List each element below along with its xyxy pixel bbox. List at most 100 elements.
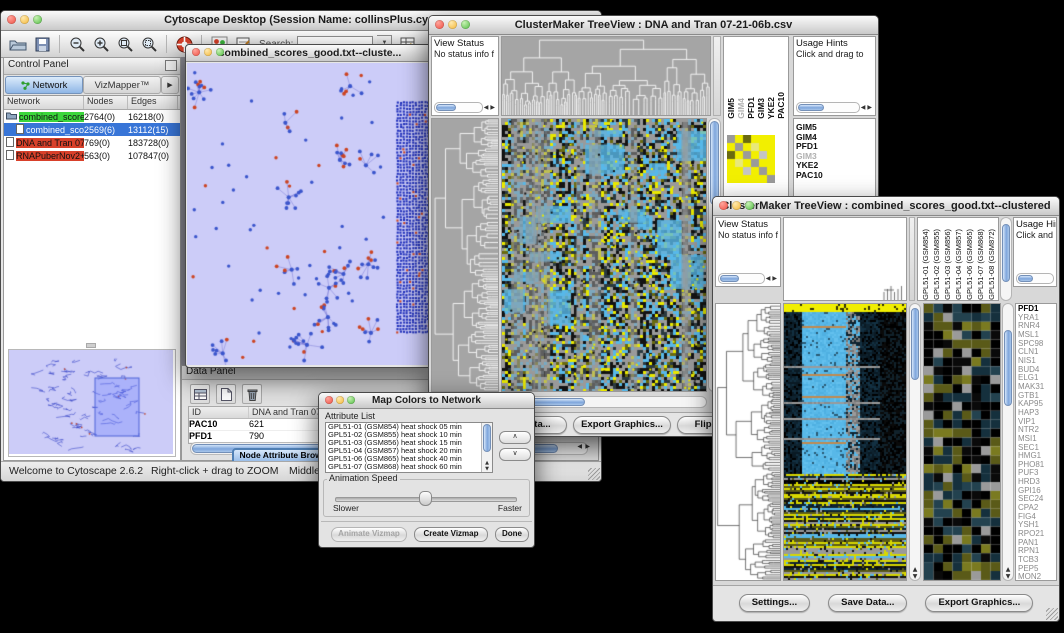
scroll-right-icon[interactable]: ▶ bbox=[585, 443, 590, 450]
zoom-button[interactable] bbox=[216, 48, 224, 56]
scrollbar-thumb[interactable] bbox=[710, 121, 719, 205]
row-dendrogram-canvas[interactable] bbox=[432, 119, 498, 391]
scrollbar-track[interactable] bbox=[718, 273, 765, 284]
view-status-scrollbar[interactable]: ◀▶ bbox=[718, 273, 778, 284]
zoom-button[interactable] bbox=[33, 15, 42, 24]
scroll-right-icon[interactable]: ▶ bbox=[489, 104, 496, 111]
scrollbar-thumb[interactable] bbox=[1002, 224, 1010, 282]
scroll-strip[interactable] bbox=[909, 217, 915, 301]
network-table-row[interactable]: RNAPuberNov2+!563(0)107847(0) bbox=[4, 149, 180, 162]
column-header-nodes[interactable]: Nodes bbox=[84, 96, 128, 109]
row-dendrogram-canvas[interactable] bbox=[716, 304, 780, 580]
close-button[interactable] bbox=[7, 15, 16, 24]
scrollbar-thumb[interactable] bbox=[798, 104, 824, 111]
column-header-network[interactable]: Network bbox=[4, 96, 84, 109]
tv2-button-0[interactable]: Settings... bbox=[739, 594, 810, 612]
heatmap-panel[interactable] bbox=[501, 118, 707, 392]
dialog-button-2[interactable]: Done bbox=[495, 527, 529, 542]
zoom-selected-button[interactable] bbox=[138, 33, 160, 55]
close-button[interactable] bbox=[192, 48, 200, 56]
treeview1-titlebar[interactable]: ClusterMaker TreeView : DNA and Tran 07-… bbox=[429, 16, 878, 35]
zoom-fit-button[interactable] bbox=[114, 33, 136, 55]
column-labels-scrollbar[interactable] bbox=[1000, 217, 1012, 301]
network-canvas[interactable] bbox=[187, 63, 431, 365]
tab-more-button[interactable]: ▶ bbox=[161, 76, 179, 94]
network-table-row[interactable]: combined_sco2569(6)13112(15) bbox=[4, 123, 180, 136]
heatmap-vscrollbar[interactable]: ▲▼ bbox=[909, 303, 921, 581]
column-dendrogram-canvas[interactable] bbox=[784, 218, 906, 300]
scroll-left-icon[interactable]: ◀ bbox=[577, 443, 582, 450]
scrollbar-thumb[interactable] bbox=[1018, 275, 1033, 282]
usage-hints-scrollbar[interactable]: ◀▶ bbox=[796, 102, 873, 113]
resize-grip[interactable] bbox=[1046, 608, 1058, 620]
splitter-handle[interactable] bbox=[86, 343, 96, 348]
minimize-button[interactable] bbox=[20, 15, 29, 24]
network-overview-panel[interactable] bbox=[8, 349, 176, 457]
minimize-button[interactable] bbox=[204, 48, 212, 56]
row-dendrogram-panel[interactable] bbox=[715, 303, 781, 581]
zoom-button[interactable] bbox=[461, 20, 470, 29]
scroll-left-icon[interactable]: ◀ bbox=[483, 104, 490, 111]
tv2-button-1[interactable]: Save Data... bbox=[828, 594, 907, 612]
minimize-button[interactable] bbox=[336, 396, 344, 404]
speed-slider-thumb[interactable] bbox=[419, 491, 432, 506]
usage-hints-scrollbar[interactable] bbox=[1016, 273, 1054, 284]
float-panel-icon[interactable] bbox=[165, 60, 177, 71]
tv1-button-1[interactable]: Export Graphics... bbox=[573, 416, 671, 434]
scrollbar-track[interactable] bbox=[796, 102, 860, 113]
scrollbar-thumb[interactable] bbox=[1004, 330, 1012, 406]
scroll-arrows[interactable]: ▲▼ bbox=[1003, 566, 1013, 580]
network-table-row[interactable]: combined_scores2764(0)16218(0) bbox=[4, 110, 180, 123]
zoom-submatrix-panel[interactable] bbox=[923, 303, 1001, 581]
attribute-item[interactable]: GPL51-07 (GSM868) heat shock 60 min bbox=[326, 463, 492, 471]
scroll-strip[interactable] bbox=[713, 36, 721, 116]
network-table-row[interactable]: DNA and Tran 07769(0)183728(0) bbox=[4, 136, 180, 149]
column-header-id[interactable]: ID bbox=[189, 407, 249, 418]
gene-label[interactable]: MON2 bbox=[1016, 573, 1056, 581]
new-attribute-button[interactable] bbox=[216, 384, 236, 404]
tab-vizmapper[interactable]: VizMapper™ bbox=[83, 76, 161, 94]
submatrix-canvas[interactable] bbox=[727, 135, 775, 183]
heatmap-panel[interactable] bbox=[783, 303, 907, 581]
close-button[interactable] bbox=[325, 396, 333, 404]
attribute-list-scrollbar[interactable]: ▲▼ bbox=[481, 423, 492, 472]
column-dendrogram-panel[interactable] bbox=[501, 36, 711, 116]
close-button[interactable] bbox=[435, 20, 444, 29]
move-up-button[interactable]: ∧ bbox=[499, 431, 531, 444]
heatmap-canvas[interactable] bbox=[784, 304, 906, 580]
open-button[interactable] bbox=[7, 33, 29, 55]
zoom-submatrix-canvas[interactable] bbox=[924, 304, 1000, 580]
dialog-button-1[interactable]: Create Vizmap bbox=[414, 527, 488, 542]
scroll-arrows[interactable]: ▲▼ bbox=[482, 460, 492, 472]
close-button[interactable] bbox=[719, 201, 728, 210]
scroll-left-icon[interactable]: ◀ bbox=[765, 275, 772, 282]
scrollbar-track[interactable] bbox=[434, 102, 483, 113]
gene-label[interactable]: PAC10 bbox=[794, 171, 875, 181]
scrollbar-track[interactable] bbox=[1016, 273, 1054, 284]
delete-attribute-button[interactable] bbox=[242, 384, 262, 404]
scroll-arrows[interactable]: ▲▼ bbox=[910, 566, 920, 580]
scrollbar-thumb[interactable] bbox=[911, 308, 919, 380]
scroll-right-icon[interactable]: ▶ bbox=[771, 275, 778, 282]
zoom-button[interactable] bbox=[347, 396, 355, 404]
scrollbar-thumb[interactable] bbox=[436, 104, 456, 111]
zoom-out-button[interactable] bbox=[66, 33, 88, 55]
gene-list-scrollbar[interactable]: ▲▼ bbox=[1002, 303, 1014, 581]
network-overview-canvas[interactable] bbox=[9, 350, 173, 454]
minimize-button[interactable] bbox=[732, 201, 741, 210]
column-dendrogram-panel[interactable] bbox=[783, 217, 907, 301]
row-dendrogram-panel[interactable] bbox=[431, 118, 499, 392]
view-status-scrollbar[interactable]: ◀▶ bbox=[434, 102, 496, 113]
treeview2-titlebar[interactable]: ClusterMaker TreeView : combined_scores_… bbox=[713, 197, 1059, 216]
move-down-button[interactable]: ∨ bbox=[499, 448, 531, 461]
tv2-button-2[interactable]: Export Graphics... bbox=[925, 594, 1033, 612]
select-attributes-button[interactable] bbox=[190, 384, 210, 404]
scroll-right-icon[interactable]: ▶ bbox=[866, 104, 873, 111]
scrollbar-thumb[interactable] bbox=[483, 424, 491, 452]
dialog-titlebar[interactable]: Map Colors to Network bbox=[319, 393, 534, 409]
scroll-left-icon[interactable]: ◀ bbox=[860, 104, 867, 111]
column-header-edges[interactable]: Edges bbox=[128, 96, 178, 109]
heatmap-canvas[interactable] bbox=[502, 119, 706, 391]
tab-network[interactable]: Network bbox=[5, 76, 83, 94]
scrollbar-thumb[interactable] bbox=[720, 275, 739, 282]
